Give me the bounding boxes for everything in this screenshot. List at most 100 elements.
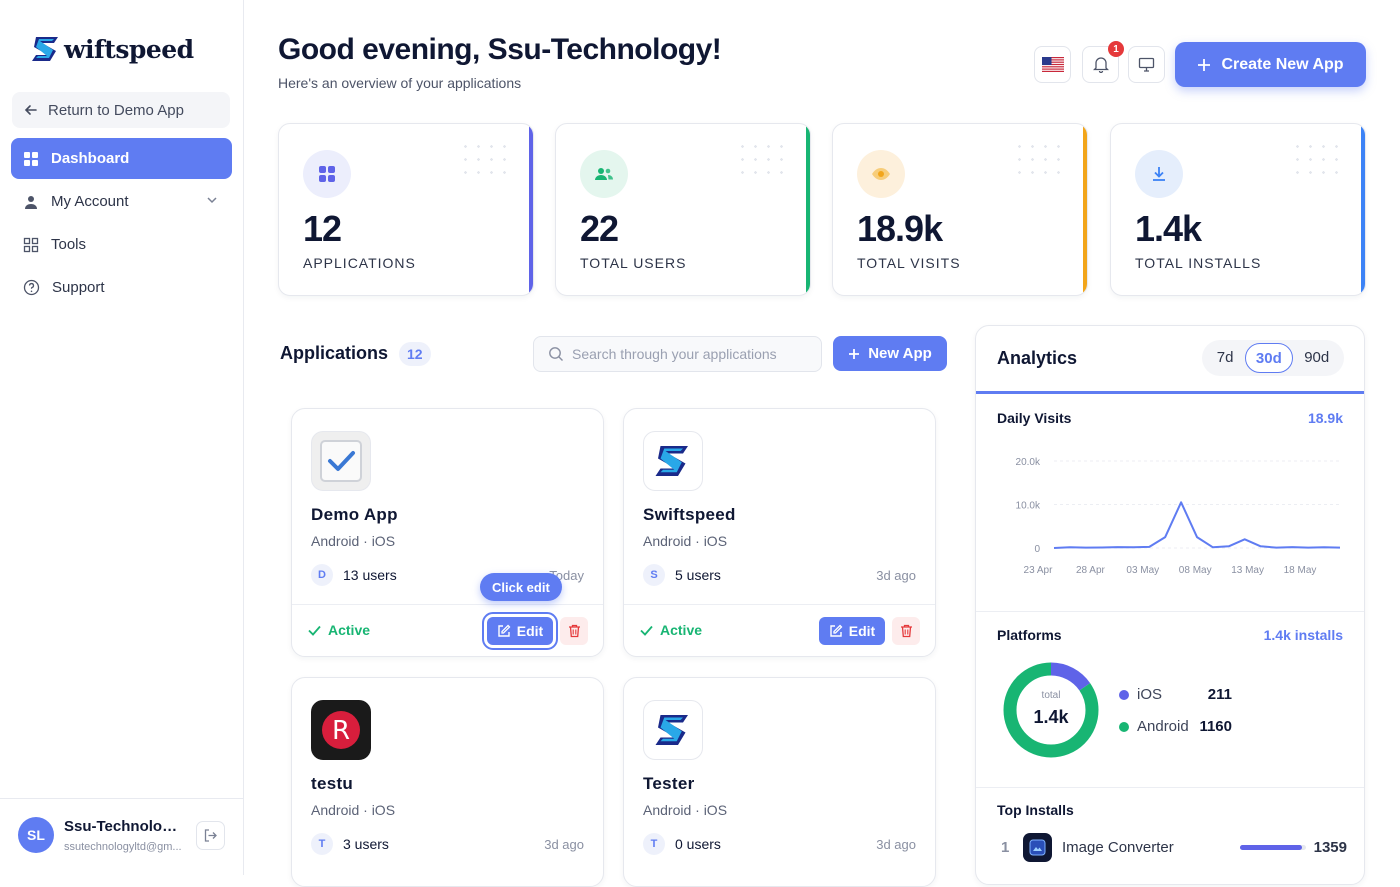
sidebar-item-support[interactable]: Support (11, 267, 232, 308)
stat-value: 18.9k (857, 208, 943, 249)
swiftspeed-logo-icon (643, 431, 703, 491)
app-card-testu[interactable]: R testu Android · iOS T 3 users 3d ago (291, 677, 604, 887)
edit-button[interactable]: Edit (819, 617, 885, 645)
stat-card-installs: 1.4k TOTAL INSTALLS (1110, 123, 1366, 296)
stat-card-users: 22 TOTAL USERS (555, 123, 811, 296)
user-icon (25, 195, 37, 209)
display-button[interactable] (1128, 46, 1165, 83)
app-card-swiftspeed[interactable]: Swiftspeed Android · iOS S 5 users 3d ag… (623, 408, 936, 657)
user-initial-badge: S (643, 564, 665, 586)
user-count: 0 users (675, 836, 721, 852)
chevron-down-icon (207, 197, 217, 204)
x-tick-label: 18 May (1284, 565, 1317, 576)
daily-visits-chart: 20.0k 10.0k 0 23 Apr 28 Apr 03 May 08 May 13 Ma… (1016, 457, 1341, 576)
legend-value: 1160 (1199, 718, 1232, 735)
edit-label: Edit (848, 623, 876, 639)
main-content: Good evening, Ssu-Technology! Here's an … (244, 0, 1400, 887)
sidebar-item-my-account[interactable]: My Account (11, 181, 232, 222)
y-tick-label: 10.0k (1016, 501, 1041, 512)
new-app-label: New App (868, 345, 932, 362)
return-to-demo-app-button[interactable]: Return to Demo App (12, 92, 230, 128)
avatar[interactable]: SL (18, 817, 54, 853)
delete-button[interactable] (560, 617, 588, 645)
app-users: T 0 users (643, 833, 721, 855)
stat-value: 1.4k (1135, 208, 1202, 249)
range-90d[interactable]: 90d (1294, 343, 1339, 373)
stat-value: 12 (303, 208, 342, 249)
x-tick-label: 08 May (1179, 565, 1212, 576)
sidebar-item-tools[interactable]: Tools (11, 224, 232, 265)
app-card-footer: Active Edit (292, 604, 603, 656)
donut-center-caption: total (1041, 690, 1061, 701)
stat-label: TOTAL USERS (580, 255, 687, 271)
stat-label: APPLICATIONS (303, 255, 416, 271)
edit-label: Edit (516, 623, 544, 639)
decorative-dots (1013, 140, 1065, 176)
y-tick-label: 20.0k (1016, 457, 1041, 468)
top-installs-title: Top Installs (997, 802, 1074, 818)
range-30d[interactable]: 30d (1244, 343, 1293, 373)
edit-button[interactable]: Edit (482, 612, 558, 650)
app-card-tester[interactable]: Tester Android · iOS T 0 users 3d ago (623, 677, 936, 887)
legend-label: Android (1137, 718, 1189, 735)
download-icon (1135, 150, 1183, 198)
app-card-demo-app[interactable]: Demo App Android · iOS D 13 users Today … (291, 408, 604, 657)
create-new-app-label: Create New App (1221, 55, 1344, 73)
install-count: 1359 (1313, 838, 1347, 856)
app-name: testu (311, 774, 354, 793)
range-7d[interactable]: 7d (1207, 343, 1244, 373)
sidebar: wiftspeed Return to Demo App Dashboard M… (0, 0, 244, 875)
stat-label: TOTAL VISITS (857, 255, 961, 271)
user-count: 3 users (343, 836, 389, 852)
search-icon (549, 347, 563, 361)
image-converter-icon (1023, 832, 1052, 862)
new-app-button[interactable]: New App (833, 336, 947, 371)
monitor-icon (1138, 57, 1155, 72)
help-circle-icon (23, 279, 40, 296)
app-name: Tester (643, 774, 695, 793)
delete-button[interactable] (892, 617, 920, 645)
x-tick-label: 13 May (1231, 565, 1264, 576)
series-line (1053, 501, 1341, 549)
app-updated-time: 3d ago (876, 837, 916, 852)
platforms-total: 1.4k installs (1263, 627, 1343, 643)
app-platforms: Android · iOS (311, 802, 396, 818)
app-card-footer: Active Edit (624, 604, 935, 656)
platforms-title: Platforms (997, 627, 1062, 643)
search-input[interactable] (572, 346, 802, 362)
divider (976, 611, 1364, 612)
search-box (533, 336, 822, 372)
accent-bar (806, 124, 810, 295)
sidebar-item-label: Tools (51, 236, 87, 253)
users-icon (580, 150, 628, 198)
swiftspeed-logo-icon (32, 37, 58, 61)
accent-bar (1083, 124, 1087, 295)
page-title: Good evening, Ssu-Technology! (278, 33, 722, 66)
user-profile: SL Ssu-Technology... ssutechnologyltd@gm… (0, 798, 243, 875)
logout-button[interactable] (196, 821, 225, 850)
app-updated-time: 3d ago (876, 568, 916, 583)
x-tick-label: 03 May (1126, 565, 1159, 576)
plus-icon (849, 348, 860, 359)
notifications-button[interactable]: 1 (1082, 41, 1124, 83)
check-icon (308, 625, 321, 636)
eye-icon (857, 150, 905, 198)
daily-visits-total: 18.9k (1307, 410, 1343, 426)
user-initial-badge: T (311, 833, 333, 855)
rank: 1 (1001, 838, 1010, 856)
decorative-dots (1291, 140, 1343, 176)
top-install-row[interactable]: 1 Image Converter 1359 (997, 831, 1347, 863)
user-count: 5 users (675, 567, 721, 583)
create-new-app-button[interactable]: Create New App (1175, 42, 1366, 87)
language-button[interactable] (1034, 46, 1071, 83)
sidebar-item-dashboard[interactable]: Dashboard (11, 138, 232, 179)
x-tick-label: 28 Apr (1076, 565, 1106, 576)
sidebar-item-label: My Account (51, 193, 129, 210)
app-users: T 3 users (311, 833, 389, 855)
return-label: Return to Demo App (48, 101, 184, 119)
app-name: Image Converter (1062, 838, 1174, 856)
trash-icon (900, 624, 912, 638)
legend-dot (1119, 689, 1129, 700)
legend-dot (1119, 721, 1129, 732)
brand-logo[interactable]: wiftspeed (30, 33, 194, 65)
